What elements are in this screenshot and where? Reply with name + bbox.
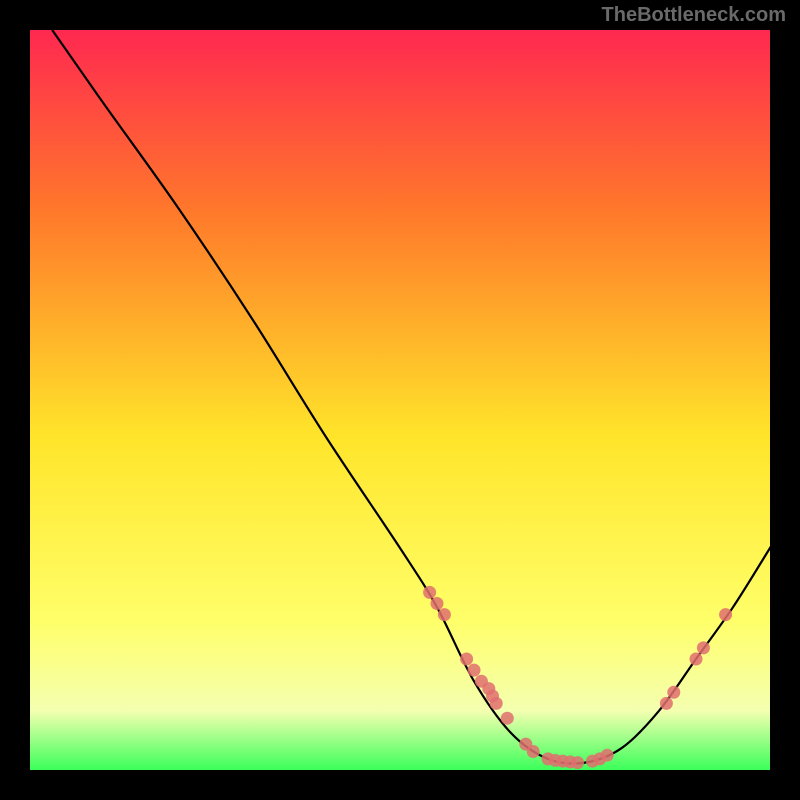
data-marker [667, 686, 680, 699]
data-marker [527, 745, 540, 758]
chart-svg [30, 30, 770, 770]
data-marker [501, 712, 514, 725]
data-marker [460, 653, 473, 666]
data-marker [601, 749, 614, 762]
data-marker [438, 608, 451, 621]
data-marker [719, 608, 732, 621]
data-marker [660, 697, 673, 710]
data-marker [571, 756, 584, 769]
data-marker [431, 597, 444, 610]
data-marker [468, 664, 481, 677]
data-marker [490, 697, 503, 710]
data-marker [690, 653, 703, 666]
gradient-background [30, 30, 770, 770]
data-marker [423, 586, 436, 599]
chart-area [30, 30, 770, 770]
watermark-text: TheBottleneck.com [602, 4, 786, 27]
data-marker [697, 641, 710, 654]
